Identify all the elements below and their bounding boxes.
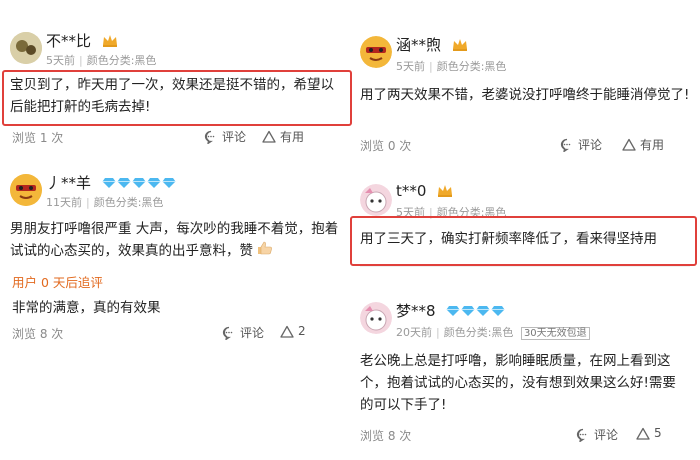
diamond-badge-icon [132, 175, 146, 193]
comment-bubble-icon [204, 130, 215, 144]
review-time: 11天前 [46, 196, 82, 209]
review-time: 5天前 [396, 60, 425, 73]
useful-button[interactable]: 有用 [622, 136, 664, 153]
review-meta: 20天前 | 颜色分类:黑色 30天无效包退 [396, 324, 590, 340]
color-variant: 颜色分类:黑色 [436, 60, 507, 73]
user-avatar[interactable] [10, 32, 42, 64]
crown-badge-icon [437, 183, 453, 201]
view-count: 浏览 8 次 [12, 327, 64, 341]
comment-button[interactable]: 评论 [560, 136, 602, 153]
diamond-badge-icon [117, 175, 131, 193]
review-body: 男朋友打呼噜很严重 大声，每次吵的我睡不着觉，抱着试试的心态买的，效果真的出乎意… [10, 218, 340, 262]
review-meta: 5天前 | 颜色分类:黑色 [396, 60, 507, 73]
triangle-up-icon [280, 325, 294, 338]
username: t**0 [396, 182, 453, 201]
diamond-badge-icon [461, 303, 475, 321]
review-meta: 11天前 | 颜色分类:黑色 [46, 196, 164, 209]
diamond-badges [446, 302, 506, 320]
comment-label: 评论 [578, 138, 603, 152]
avatar-image-icon [360, 184, 392, 216]
comment-button[interactable]: 评论 [204, 128, 246, 145]
useful-label: 有用 [280, 130, 305, 144]
diamond-badge-icon [147, 175, 161, 193]
username: 丿**羊 [46, 172, 177, 193]
comment-label: 评论 [222, 130, 247, 144]
username-text: 不**比 [46, 32, 92, 50]
color-variant: 颜色分类:黑色 [86, 54, 157, 67]
followup-label: 用户 0 天后追评 [12, 275, 103, 290]
useful-count: 2 [298, 324, 306, 338]
rule-divider [360, 266, 690, 267]
username: 梦**8 [396, 300, 506, 321]
diamond-badge-icon [162, 175, 176, 193]
useful-count: 5 [654, 426, 662, 440]
triangle-up-icon [262, 130, 276, 143]
review-body: 用了两天效果不错，老婆说没打呼噜终于能睡消停觉了! [360, 87, 690, 103]
triangle-up-icon [622, 138, 636, 151]
review-card-5: 梦**8 20天前 | 颜色分类:黑色 30天无效包退 [360, 302, 690, 342]
view-count: 浏览 1 次 [12, 131, 64, 145]
crown-badge-icon [452, 37, 468, 55]
diamond-badge-icon [102, 175, 116, 193]
avatar-image-icon [360, 302, 392, 334]
review-body: 宝贝到了，昨天用了一次，效果还是挺不错的，希望以后能把打鼾的毛病去掉! [10, 77, 334, 115]
crown-badge-icon [102, 33, 118, 51]
comment-button[interactable]: 评论 [222, 324, 264, 341]
comment-label: 评论 [240, 326, 265, 340]
diamond-badge-icon [491, 303, 505, 321]
useful-button[interactable]: 5 [636, 426, 662, 440]
thumbs-up-emoji-icon [257, 240, 273, 262]
username-text: 涵**煦 [396, 36, 442, 54]
avatar-image-icon [10, 174, 42, 206]
color-variant: 颜色分类:黑色 [443, 326, 514, 339]
diamond-badges [102, 174, 177, 192]
review-meta: 5天前 | 颜色分类:黑色 [46, 54, 157, 67]
useful-button[interactable]: 有用 [262, 128, 304, 145]
followup-body: 非常的满意，真的有效果 [12, 300, 161, 316]
guarantee-tag: 30天无效包退 [520, 327, 590, 340]
review-body-text: 男朋友打呼噜很严重 大声，每次吵的我睡不着觉，抱着试试的心态买的，效果真的出乎意… [10, 221, 339, 259]
view-count: 浏览 8 次 [360, 429, 412, 443]
user-avatar[interactable] [360, 36, 392, 68]
useful-button[interactable]: 2 [280, 324, 306, 338]
user-avatar[interactable] [360, 184, 392, 216]
color-variant: 颜色分类:黑色 [93, 196, 164, 209]
comment-bubble-icon [576, 428, 587, 442]
diamond-badge-icon [476, 303, 490, 321]
username: 不**比 [46, 30, 118, 51]
comment-bubble-icon [222, 326, 233, 340]
review-card-2: 丿**羊 11天前 | 颜色分类:黑色 [10, 172, 350, 212]
review-time: 5天前 [46, 54, 75, 67]
username: 涵**煦 [396, 34, 468, 55]
review-body: 用了三天了，确实打鼾频率降低了，看来得坚持用 [360, 231, 657, 247]
comment-button[interactable]: 评论 [576, 426, 618, 443]
diamond-badge-icon [446, 303, 460, 321]
username-text: 丿**羊 [46, 174, 92, 192]
avatar-image-icon [360, 36, 392, 68]
view-count: 浏览 0 次 [360, 139, 412, 153]
username-text: 梦**8 [396, 302, 436, 320]
comment-label: 评论 [594, 428, 619, 442]
user-avatar[interactable] [10, 174, 42, 206]
review-body: 老公晚上总是打呼噜，影响睡眠质量，在网上看到这个，抱着试试的心态买的，没有想到效… [360, 353, 676, 413]
avatar-image-icon [10, 32, 42, 64]
useful-label: 有用 [640, 138, 665, 152]
comment-bubble-icon [560, 138, 571, 152]
username-text: t**0 [396, 182, 427, 200]
review-card-3: 涵**煦 5天前 | 颜色分类:黑色 [360, 34, 690, 74]
user-avatar[interactable] [360, 302, 392, 334]
review-time: 20天前 [396, 326, 432, 339]
triangle-up-icon [636, 427, 650, 440]
